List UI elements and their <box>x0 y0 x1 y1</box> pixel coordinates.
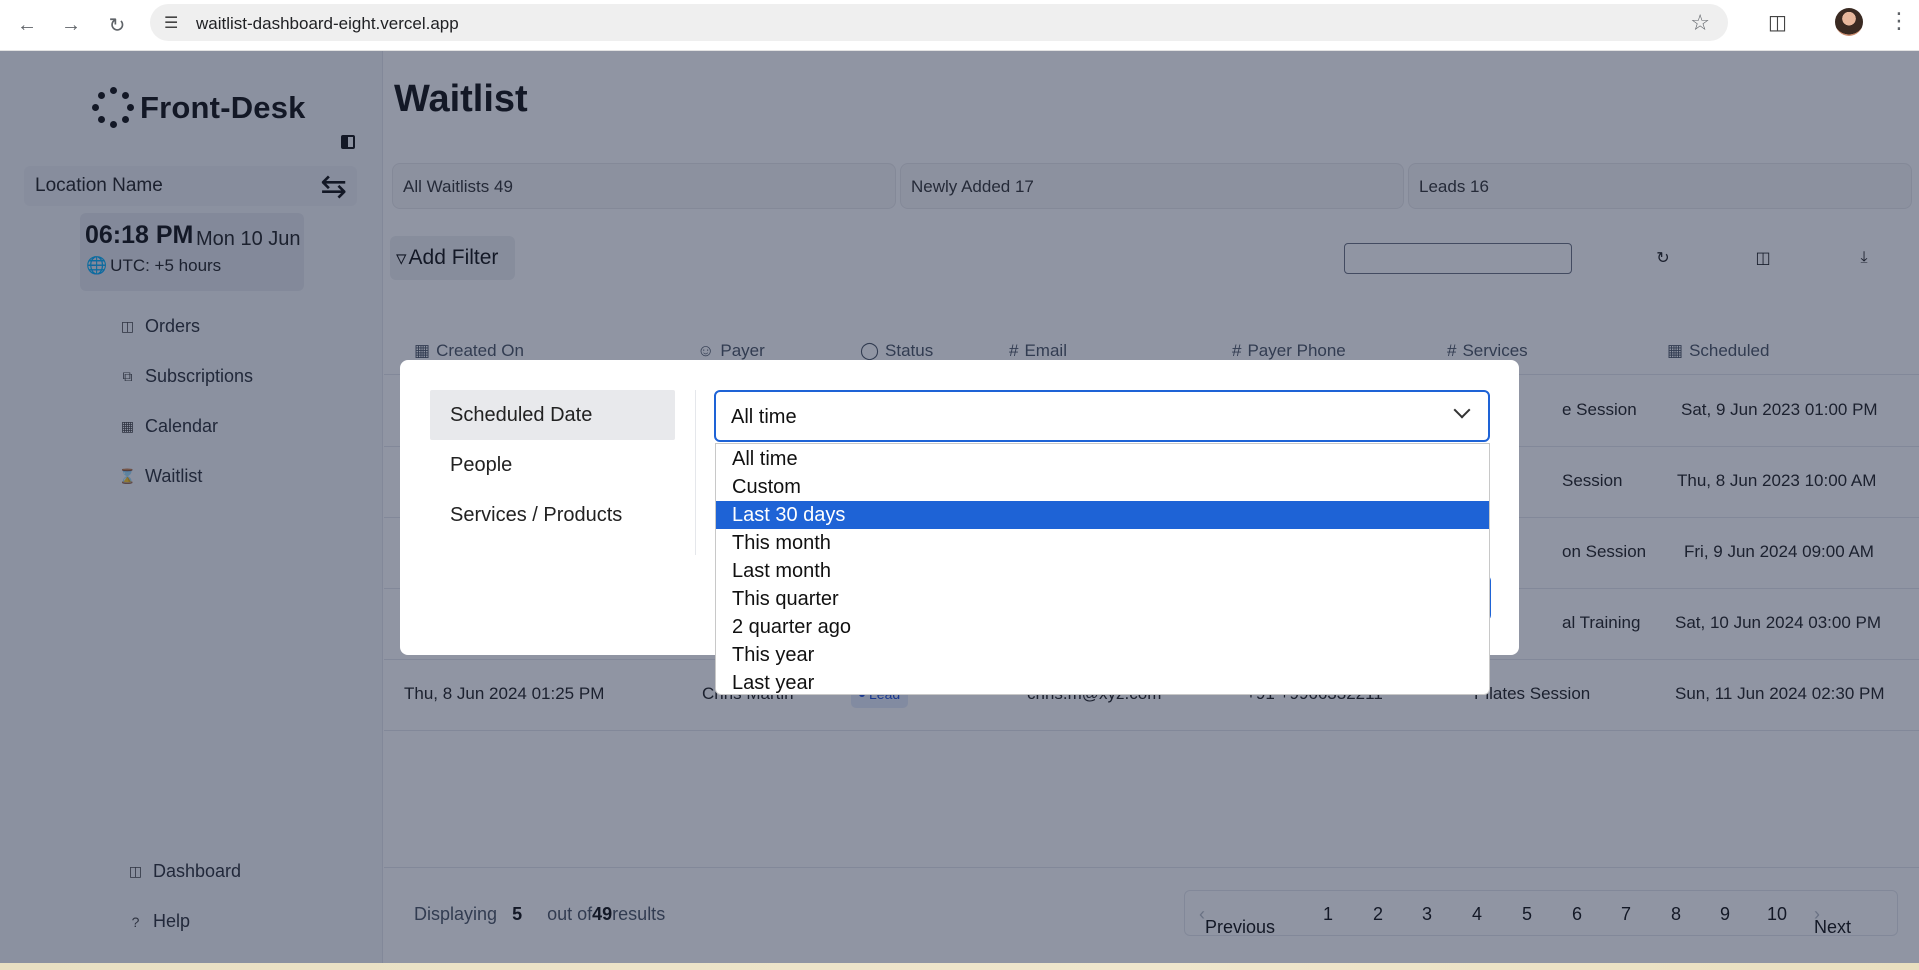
option-last-month[interactable]: Last month <box>716 557 1489 585</box>
filter-category-services-products[interactable]: Services / Products <box>430 490 675 540</box>
chevron-down-icon <box>1453 401 1471 419</box>
kebab-menu-icon[interactable]: ⋮ <box>1888 8 1910 34</box>
option-last-30-days[interactable]: Last 30 days <box>716 501 1489 529</box>
bookmark-star-icon[interactable]: ☆ <box>1690 10 1710 36</box>
profile-avatar[interactable] <box>1835 8 1863 36</box>
back-arrow-icon[interactable]: ← <box>12 10 42 40</box>
taskbar-strip <box>0 963 1919 970</box>
address-bar[interactable]: ☰ waitlist-dashboard-eight.vercel.app ☆ <box>150 4 1728 41</box>
filter-category-scheduled-date[interactable]: Scheduled Date <box>430 390 675 440</box>
browser-toolbar: ← → ↻ ☰ waitlist-dashboard-eight.vercel.… <box>0 0 1919 51</box>
site-settings-icon[interactable]: ☰ <box>164 13 178 33</box>
extensions-icon[interactable]: ◫ <box>1768 10 1787 35</box>
option-this-year[interactable]: This year <box>716 641 1489 669</box>
modal-divider <box>695 390 696 555</box>
option-custom[interactable]: Custom <box>716 473 1489 501</box>
date-range-options: All time Custom Last 30 days This month … <box>715 443 1490 695</box>
option-this-quarter[interactable]: This quarter <box>716 585 1489 613</box>
option-all-time[interactable]: All time <box>716 445 1489 473</box>
option-this-month[interactable]: This month <box>716 529 1489 557</box>
filter-category-people[interactable]: People <box>430 440 675 490</box>
reload-icon[interactable]: ↻ <box>102 10 132 40</box>
option-2-quarter-ago[interactable]: 2 quarter ago <box>716 613 1489 641</box>
date-range-select[interactable]: All time <box>714 390 1490 442</box>
option-last-year[interactable]: Last year <box>716 669 1489 697</box>
url-text[interactable]: waitlist-dashboard-eight.vercel.app <box>196 14 459 34</box>
selected-value: All time <box>731 406 797 428</box>
forward-arrow-icon[interactable]: → <box>56 10 86 40</box>
